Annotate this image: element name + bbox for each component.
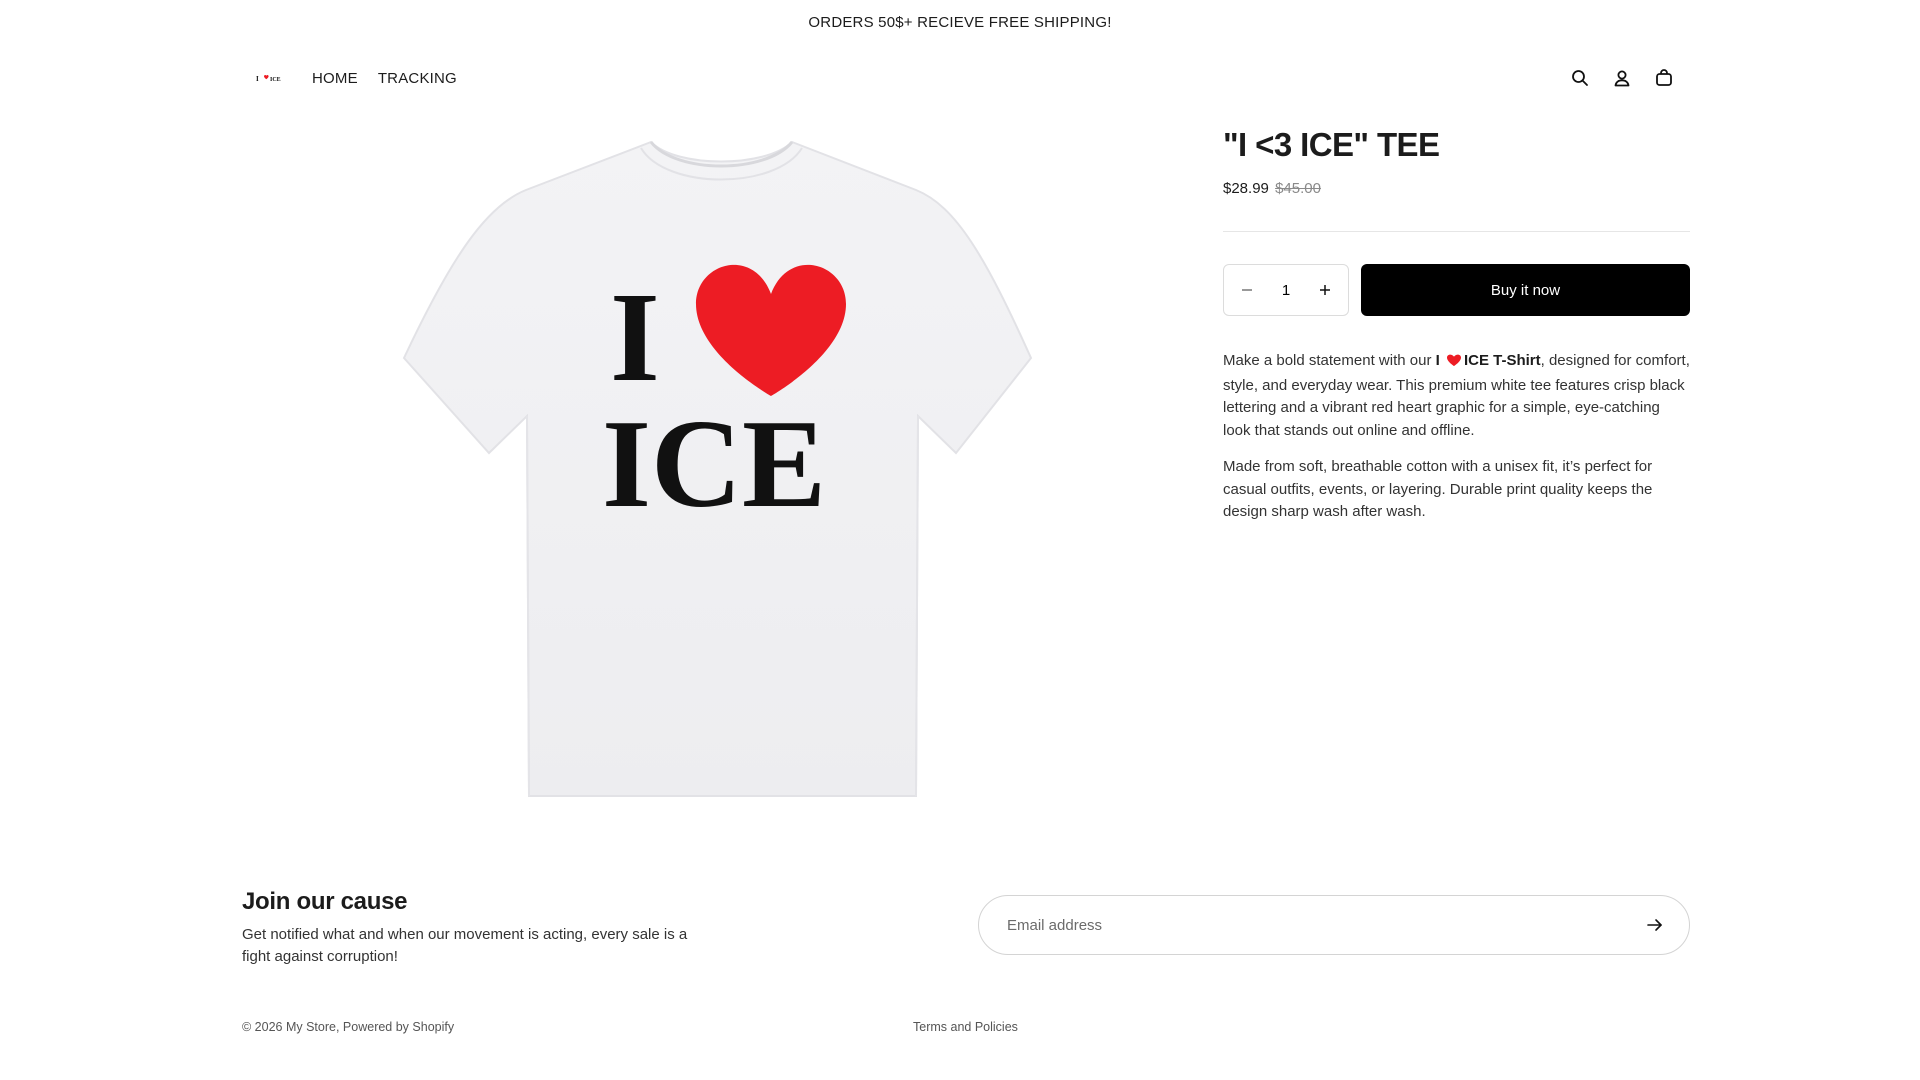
- heart-icon: [1446, 352, 1462, 375]
- shirt-print-i: I: [610, 266, 660, 408]
- buy-row: Buy it now: [1223, 264, 1690, 316]
- nav-home[interactable]: HOME: [312, 70, 358, 87]
- minus-icon[interactable]: [1236, 279, 1258, 301]
- store-logo[interactable]: I ICE: [242, 63, 294, 93]
- svg-text:ICE: ICE: [270, 77, 281, 83]
- site-header: I ICE HOME TRACKING: [242, 58, 1690, 98]
- price-row: $28.99 $45.00: [1223, 180, 1690, 197]
- announcement-text: ORDERS 50$+ RECIEVE FREE SHIPPING!: [808, 13, 1112, 31]
- product-title: "I <3 ICE" TEE: [1223, 126, 1440, 163]
- shirt-print-ice: ICE: [602, 395, 826, 534]
- desc-bold-product: ICE T-Shirt: [1463, 352, 1541, 369]
- newsletter-title: Join our cause: [242, 888, 408, 915]
- search-icon[interactable]: [1568, 66, 1592, 90]
- plus-icon[interactable]: [1314, 279, 1336, 301]
- footer-links: Terms and Policies: [913, 1020, 1018, 1034]
- powered-by-link[interactable]: Powered by Shopify: [343, 1020, 454, 1034]
- email-field[interactable]: [1007, 916, 1641, 934]
- logo-image: I ICE: [256, 74, 281, 83]
- desc-text: Make a bold statement with our: [1223, 352, 1436, 369]
- product-info: "I <3 ICE" TEE $28.99 $45.00 Buy it now …: [1223, 124, 1690, 538]
- copyright-text: © 2026 My Store,: [242, 1020, 343, 1034]
- description-paragraph-1: Make a bold statement with our I ICE T-S…: [1223, 350, 1690, 442]
- product-description: Make a bold statement with our I ICE T-S…: [1223, 350, 1690, 524]
- product-image[interactable]: I ICE: [396, 128, 1046, 808]
- cart-icon[interactable]: [1652, 66, 1676, 90]
- copyright: © 2026 My Store, Powered by Shopify: [242, 1020, 454, 1034]
- main-nav: HOME TRACKING: [312, 70, 477, 87]
- quantity-stepper: [1223, 264, 1349, 316]
- svg-text:I: I: [256, 75, 259, 83]
- description-paragraph-2: Made from soft, breathable cotton with a…: [1223, 458, 1653, 520]
- newsletter-section: Join our cause Get notified what and whe…: [242, 888, 762, 968]
- terms-link[interactable]: Terms and Policies: [913, 1020, 1018, 1034]
- newsletter-text: Get notified what and when our movement …: [242, 926, 688, 965]
- account-icon[interactable]: [1610, 66, 1634, 90]
- header-icons: [1550, 66, 1676, 90]
- divider: [1223, 231, 1690, 232]
- sale-price: $28.99: [1223, 180, 1269, 197]
- arrow-right-icon[interactable]: [1641, 911, 1669, 939]
- newsletter-form: [978, 895, 1690, 955]
- compare-price: $45.00: [1275, 180, 1321, 197]
- nav-tracking[interactable]: TRACKING: [378, 70, 457, 87]
- desc-bold-i: I: [1435, 352, 1440, 369]
- quantity-input[interactable]: [1266, 281, 1306, 299]
- buy-now-button[interactable]: Buy it now: [1361, 264, 1690, 316]
- announcement-bar: ORDERS 50$+ RECIEVE FREE SHIPPING!: [0, 0, 1920, 44]
- tshirt-graphic: I ICE: [402, 140, 1033, 797]
